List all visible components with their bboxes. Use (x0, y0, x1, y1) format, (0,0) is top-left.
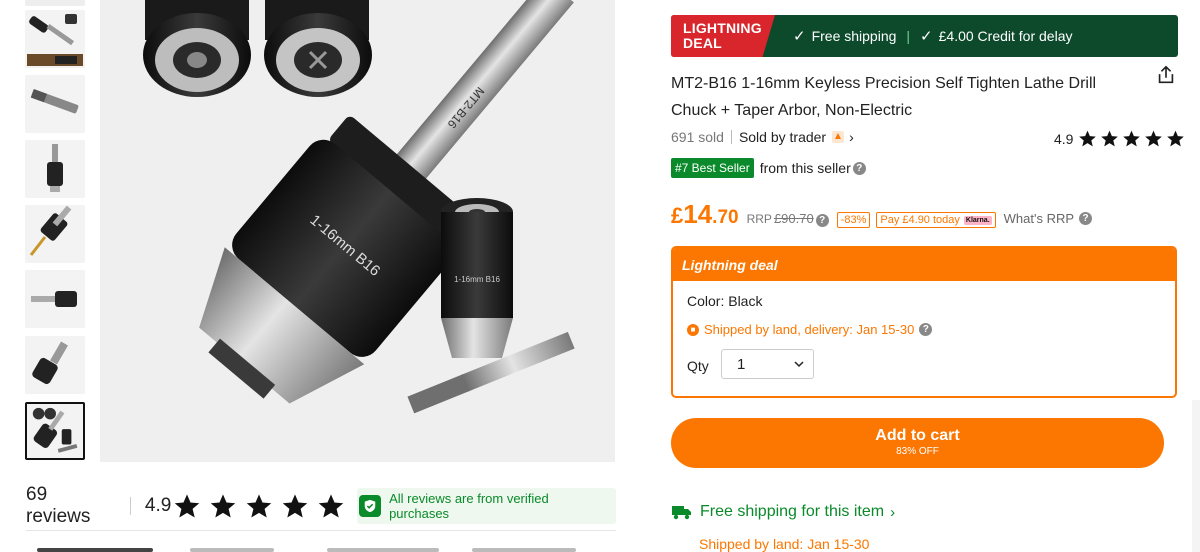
product-title: MT2-B16 1-16mm Keyless Precision Self Ti… (671, 75, 1097, 119)
share-icon[interactable] (1155, 64, 1177, 86)
chuck-end-view-left (143, 0, 251, 97)
chevron-right-icon[interactable]: › (849, 129, 854, 145)
truck-icon (672, 506, 691, 520)
klarna-text: Pay £4.90 today (880, 214, 960, 226)
whats-rrp-link[interactable]: What's RRP ? (1003, 211, 1093, 226)
price-currency: £ (671, 203, 684, 228)
star-icon (283, 494, 308, 518)
klarna-badge[interactable]: Pay £4.90 today Klarna. (876, 212, 996, 228)
shipping-estimate: ■ Shipped by land, delivery: Jan 15-30 ? (687, 322, 933, 337)
credit-text: £4.00 Credit for delay (938, 28, 1073, 44)
credit-perk: ✓ £4.00 Credit for delay (920, 27, 1072, 45)
reviews-stars (173, 492, 345, 520)
sold-count: 691 sold (671, 129, 724, 145)
star-icon (1145, 130, 1163, 147)
star-icon (1123, 130, 1141, 147)
star-icon (319, 494, 344, 518)
divider: | (906, 28, 911, 44)
sales-info: 691 sold Sold by trader › (671, 129, 854, 145)
rrp-value: £90.70 (773, 211, 814, 226)
star-icon (1101, 130, 1119, 147)
rrp-label: RRP (746, 212, 772, 226)
star-icon (1167, 130, 1185, 147)
shield-check-icon (359, 495, 382, 517)
thumbnail-2[interactable] (25, 75, 85, 133)
deal-body: Color: Black ■ Shipped by land, delivery… (675, 281, 1173, 394)
lightning-deal-box: Lightning deal Color: Black ■ Shipped by… (671, 246, 1177, 398)
chevron-down-icon (794, 361, 804, 368)
lightning-deal-badge: LIGHTNING DEAL (671, 15, 775, 57)
current-price: £14.70 (671, 199, 747, 230)
price-info: £14.70 RRP £90.70 ? -83% Pay £4.90 today… (671, 199, 1093, 230)
help-icon[interactable]: ? (852, 161, 866, 175)
verified-text: All reviews are from verified purchases (389, 491, 549, 521)
thumbnail-0[interactable] (25, 0, 85, 6)
free-shipping-text: Free shipping (811, 28, 897, 44)
add-to-cart-button[interactable]: Add to cart 83% OFF (671, 418, 1164, 468)
help-icon[interactable]: ? (815, 214, 829, 227)
truck-icon: ■ (687, 323, 699, 336)
free-shipping-perk: ✓ Free shipping (793, 27, 896, 45)
rating-value: 4.9 (1054, 130, 1074, 147)
klarna-logo: Klarna. (963, 215, 992, 225)
price-decimal: .70 (712, 207, 739, 228)
add-to-cart-discount: 83% OFF (896, 446, 939, 457)
thumbnail-3[interactable] (25, 140, 85, 198)
price-integer: 14 (683, 199, 713, 229)
svg-text:1-16mm B16: 1-16mm B16 (454, 275, 500, 284)
thumbnail-5[interactable] (25, 270, 85, 328)
check-icon: ✓ (793, 28, 806, 45)
badge-line-1: LIGHTNING (683, 20, 762, 36)
product-rating[interactable]: 4.9 (1054, 129, 1185, 148)
review-filter-tab[interactable] (472, 548, 576, 552)
star-icon (247, 494, 272, 518)
deal-header: Lightning deal (673, 248, 1175, 281)
review-filter-tab[interactable] (190, 548, 274, 552)
review-filter-tab[interactable] (37, 548, 153, 552)
from-seller-text: from this seller (759, 160, 851, 176)
thumbnail-6[interactable] (25, 336, 85, 394)
color-label[interactable]: Color: Black (687, 293, 762, 309)
divider (730, 130, 732, 144)
star-icon (1079, 130, 1097, 147)
qty-label: Qty (687, 358, 709, 374)
small-chuck: 1-16mm B16 (441, 198, 513, 358)
thumbnail-1[interactable] (25, 10, 85, 68)
review-filter-tab[interactable] (327, 548, 439, 552)
reviews-summary: 69 reviews 4.9 All reviews are from veri… (26, 484, 616, 527)
best-seller-badge[interactable]: #7 Best Seller (671, 158, 754, 178)
lightning-deal-banner: LIGHTNING DEAL ✓ Free shipping | ✓ £4.00… (671, 15, 1178, 57)
help-icon: ? (1079, 212, 1093, 225)
quantity-value: 1 (737, 355, 746, 373)
shipping-date-text: Shipped by land: Jan 15-30 (699, 536, 870, 552)
best-seller-info: #7 Best Seller from this seller ? (671, 158, 866, 178)
badge-line-2: DEAL (683, 35, 722, 51)
shipping-estimate-text: Shipped by land, delivery: Jan 15-30 (704, 322, 915, 337)
reviews-rating: 4.9 (144, 495, 172, 516)
quantity-select[interactable]: 1 (721, 349, 814, 379)
chevron-right-icon: › (890, 503, 896, 521)
trader-badge-icon (832, 131, 845, 143)
help-icon[interactable]: ? (919, 323, 933, 336)
add-to-cart-label: Add to cart (875, 427, 960, 444)
star-icon (175, 494, 200, 518)
whats-rrp-text: What's RRP (1003, 211, 1075, 226)
free-shipping-label: Free shipping for this item (700, 503, 885, 520)
seller-link[interactable]: Sold by trader (739, 129, 826, 145)
reviews-count[interactable]: 69 reviews (26, 484, 116, 528)
thumbnail-7[interactable] (25, 402, 85, 460)
check-icon: ✓ (920, 28, 933, 45)
scrollbar-track[interactable] (1192, 400, 1200, 552)
chuck-end-view-right (264, 0, 372, 97)
thumbnail-4[interactable] (25, 205, 85, 263)
discount-badge: -83% (836, 212, 871, 228)
main-product-image[interactable]: MT2-B16 1-16mm B16 1-16mm B16 (100, 0, 615, 462)
divider (26, 530, 616, 531)
rating-stars (1078, 129, 1185, 148)
star-icon (211, 494, 236, 518)
verified-purchases-badge: All reviews are from verified purchases (357, 488, 616, 524)
free-shipping-link[interactable]: Free shipping for this item › (671, 503, 895, 521)
divider (129, 497, 131, 515)
